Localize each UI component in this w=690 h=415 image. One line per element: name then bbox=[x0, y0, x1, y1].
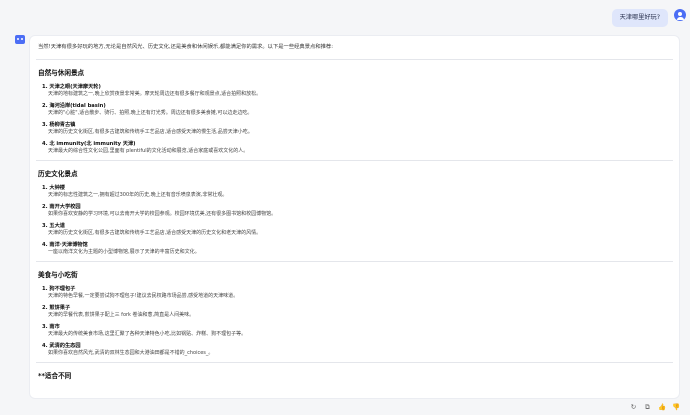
item-desc: 天津的早餐代表,煎饼果子配上三 fork 卷油和葱,简直是人间美味。 bbox=[48, 312, 195, 318]
divider bbox=[36, 59, 673, 60]
answer-intro: 当然!天津有很多好玩的地方,无论是自然风光、历史文化,还是美食和休闲娱乐,都能满… bbox=[38, 44, 333, 50]
item-title: 1. 狗不理包子 bbox=[42, 286, 76, 292]
list-item: 4. 北 immunity(北 immunity 天津) 天津最大的综合性文化公园… bbox=[42, 141, 671, 155]
list-item: 3. 杨柳青古镇 天津的历史文化街区,有很多古建筑和传统手工艺品店,适合感受天津的… bbox=[42, 122, 671, 136]
assistant-avatar-icon bbox=[15, 35, 25, 44]
item-desc: 天津最大的传统美食市场,这里汇聚了各种天津特色小吃,比如锅贴、炸糕、狗不理包子等… bbox=[48, 331, 247, 337]
list-item: 1. 大钟楼 天津的标志性建筑之一,拥有超过300年的历史,晚上还有音乐喷泉表演,… bbox=[42, 185, 671, 199]
truncated-heading: **适合不同 bbox=[38, 372, 72, 380]
item-title: 4. 北 immunity(北 immunity 天津) bbox=[42, 141, 136, 147]
item-desc: 天津的历史文化街区,有很多古建筑和传统手工艺品店,适合感受天津的慢生活,品尝天津… bbox=[48, 129, 253, 135]
list-item: 2. 煎饼果子 天津的早餐代表,煎饼果子配上三 fork 卷油和葱,简直是人间美味… bbox=[42, 305, 671, 319]
item-title: 3. 五大道 bbox=[42, 223, 65, 229]
item-desc: 如果你喜欢安静的学习环境,可以去南开大学的校园参观。校园环境优美,还有很多图书馆… bbox=[48, 211, 277, 217]
assistant-answer-card: 当然!天津有很多好玩的地方,无论是自然风光、历史文化,还是美食和休闲娱乐,都能满… bbox=[29, 35, 680, 399]
section-nature: 自然与休闲景点 1. 天津之眼(天津摩天轮) 天津的地标建筑之一,晚上欣赏夜景非常… bbox=[38, 67, 671, 155]
item-desc: 天津的历史文化街区,有很多古建筑和传统手工艺品店,适合感受天津的历史文化和老天津… bbox=[48, 230, 262, 236]
item-title: 2. 南开大学校园 bbox=[42, 204, 81, 210]
item-desc: 如果你喜欢自然风光,武清的双林生态园和大港油田都是不错的_choices_。 bbox=[48, 350, 214, 356]
item-desc: 一座以南洋文化为主题的小型博物馆,展示了天津的丰富历史和文化。 bbox=[48, 249, 200, 255]
thumbs-up-icon[interactable]: 👍 bbox=[658, 404, 666, 411]
item-title: 1. 大钟楼 bbox=[42, 185, 65, 191]
item-title: 4. 南洋·天津博物馆 bbox=[42, 242, 88, 248]
item-title: 2. 海河沿岸(tidal basin) bbox=[42, 103, 106, 109]
item-desc: 天津的地标建筑之一,晚上欣赏夜景非常美。摩天轮周边还有很多餐厅和观景点,适合拍照… bbox=[48, 91, 262, 97]
item-title: 3. 南市 bbox=[42, 324, 60, 330]
section-history: 历史文化景点 1. 大钟楼 天津的标志性建筑之一,拥有超过300年的历史,晚上还有… bbox=[38, 168, 671, 256]
item-desc: 天津的标志性建筑之一,拥有超过300年的历史,晚上还有音乐喷泉表演,非常壮观。 bbox=[48, 192, 228, 198]
refresh-icon[interactable]: ⧉ bbox=[644, 404, 651, 411]
item-title: 3. 杨柳青古镇 bbox=[42, 122, 76, 128]
copy-icon[interactable]: ↻ bbox=[630, 404, 637, 411]
item-desc: 天津的特色早餐,一定要尝试狗不理包子!建议去民权路市场品尝,感受地道的天津味道。 bbox=[48, 293, 239, 299]
user-avatar-icon bbox=[674, 9, 686, 21]
list-item: 1. 狗不理包子 天津的特色早餐,一定要尝试狗不理包子!建议去民权路市场品尝,感受… bbox=[42, 286, 671, 300]
list-item: 2. 南开大学校园 如果你喜欢安静的学习环境,可以去南开大学的校园参观。校园环境优… bbox=[42, 204, 671, 218]
divider bbox=[36, 362, 673, 363]
section-title: 自然与休闲景点 bbox=[38, 69, 85, 77]
list-item: 4. 武清的生态园 如果你喜欢自然风光,武清的双林生态园和大港油田都是不错的_ch… bbox=[42, 343, 671, 357]
user-message-row: 天津哪里好玩? bbox=[611, 9, 686, 27]
list-item: 4. 南洋·天津博物馆 一座以南洋文化为主题的小型博物馆,展示了天津的丰富历史和文… bbox=[42, 242, 671, 256]
list-item: 3. 南市 天津最大的传统美食市场,这里汇聚了各种天津特色小吃,比如锅贴、炸糕、狗… bbox=[42, 324, 671, 338]
item-desc: 天津最大的综合性文化公园,里面有 plentiful的文化活动和展览,适合家庭或… bbox=[48, 148, 249, 154]
divider bbox=[36, 261, 673, 262]
section-title: 美食与小吃街 bbox=[38, 271, 78, 279]
item-title: 2. 煎饼果子 bbox=[42, 305, 71, 311]
divider bbox=[36, 160, 673, 161]
item-desc: 天津的"心脏",适合散步、骑行、拍照,晚上还有灯光秀。周边还有很多美食摊,可以边… bbox=[48, 110, 253, 116]
section-title: 历史文化景点 bbox=[38, 170, 78, 178]
list-item: 2. 海河沿岸(tidal basin) 天津的"心脏",适合散步、骑行、拍照,晚… bbox=[42, 103, 671, 117]
message-action-bar: ↻ ⧉ 👍 👎 bbox=[630, 404, 680, 411]
item-title: 1. 天津之眼(天津摩天轮) bbox=[42, 84, 101, 90]
section-food: 美食与小吃街 1. 狗不理包子 天津的特色早餐,一定要尝试狗不理包子!建议去民权路… bbox=[38, 269, 671, 357]
item-title: 4. 武清的生态园 bbox=[42, 343, 81, 349]
list-item: 3. 五大道 天津的历史文化街区,有很多古建筑和传统手工艺品店,适合感受天津的历史… bbox=[42, 223, 671, 237]
thumbs-down-icon[interactable]: 👎 bbox=[672, 404, 680, 411]
user-message-bubble: 天津哪里好玩? bbox=[611, 9, 668, 27]
list-item: 1. 天津之眼(天津摩天轮) 天津的地标建筑之一,晚上欣赏夜景非常美。摩天轮周边还… bbox=[42, 84, 671, 98]
